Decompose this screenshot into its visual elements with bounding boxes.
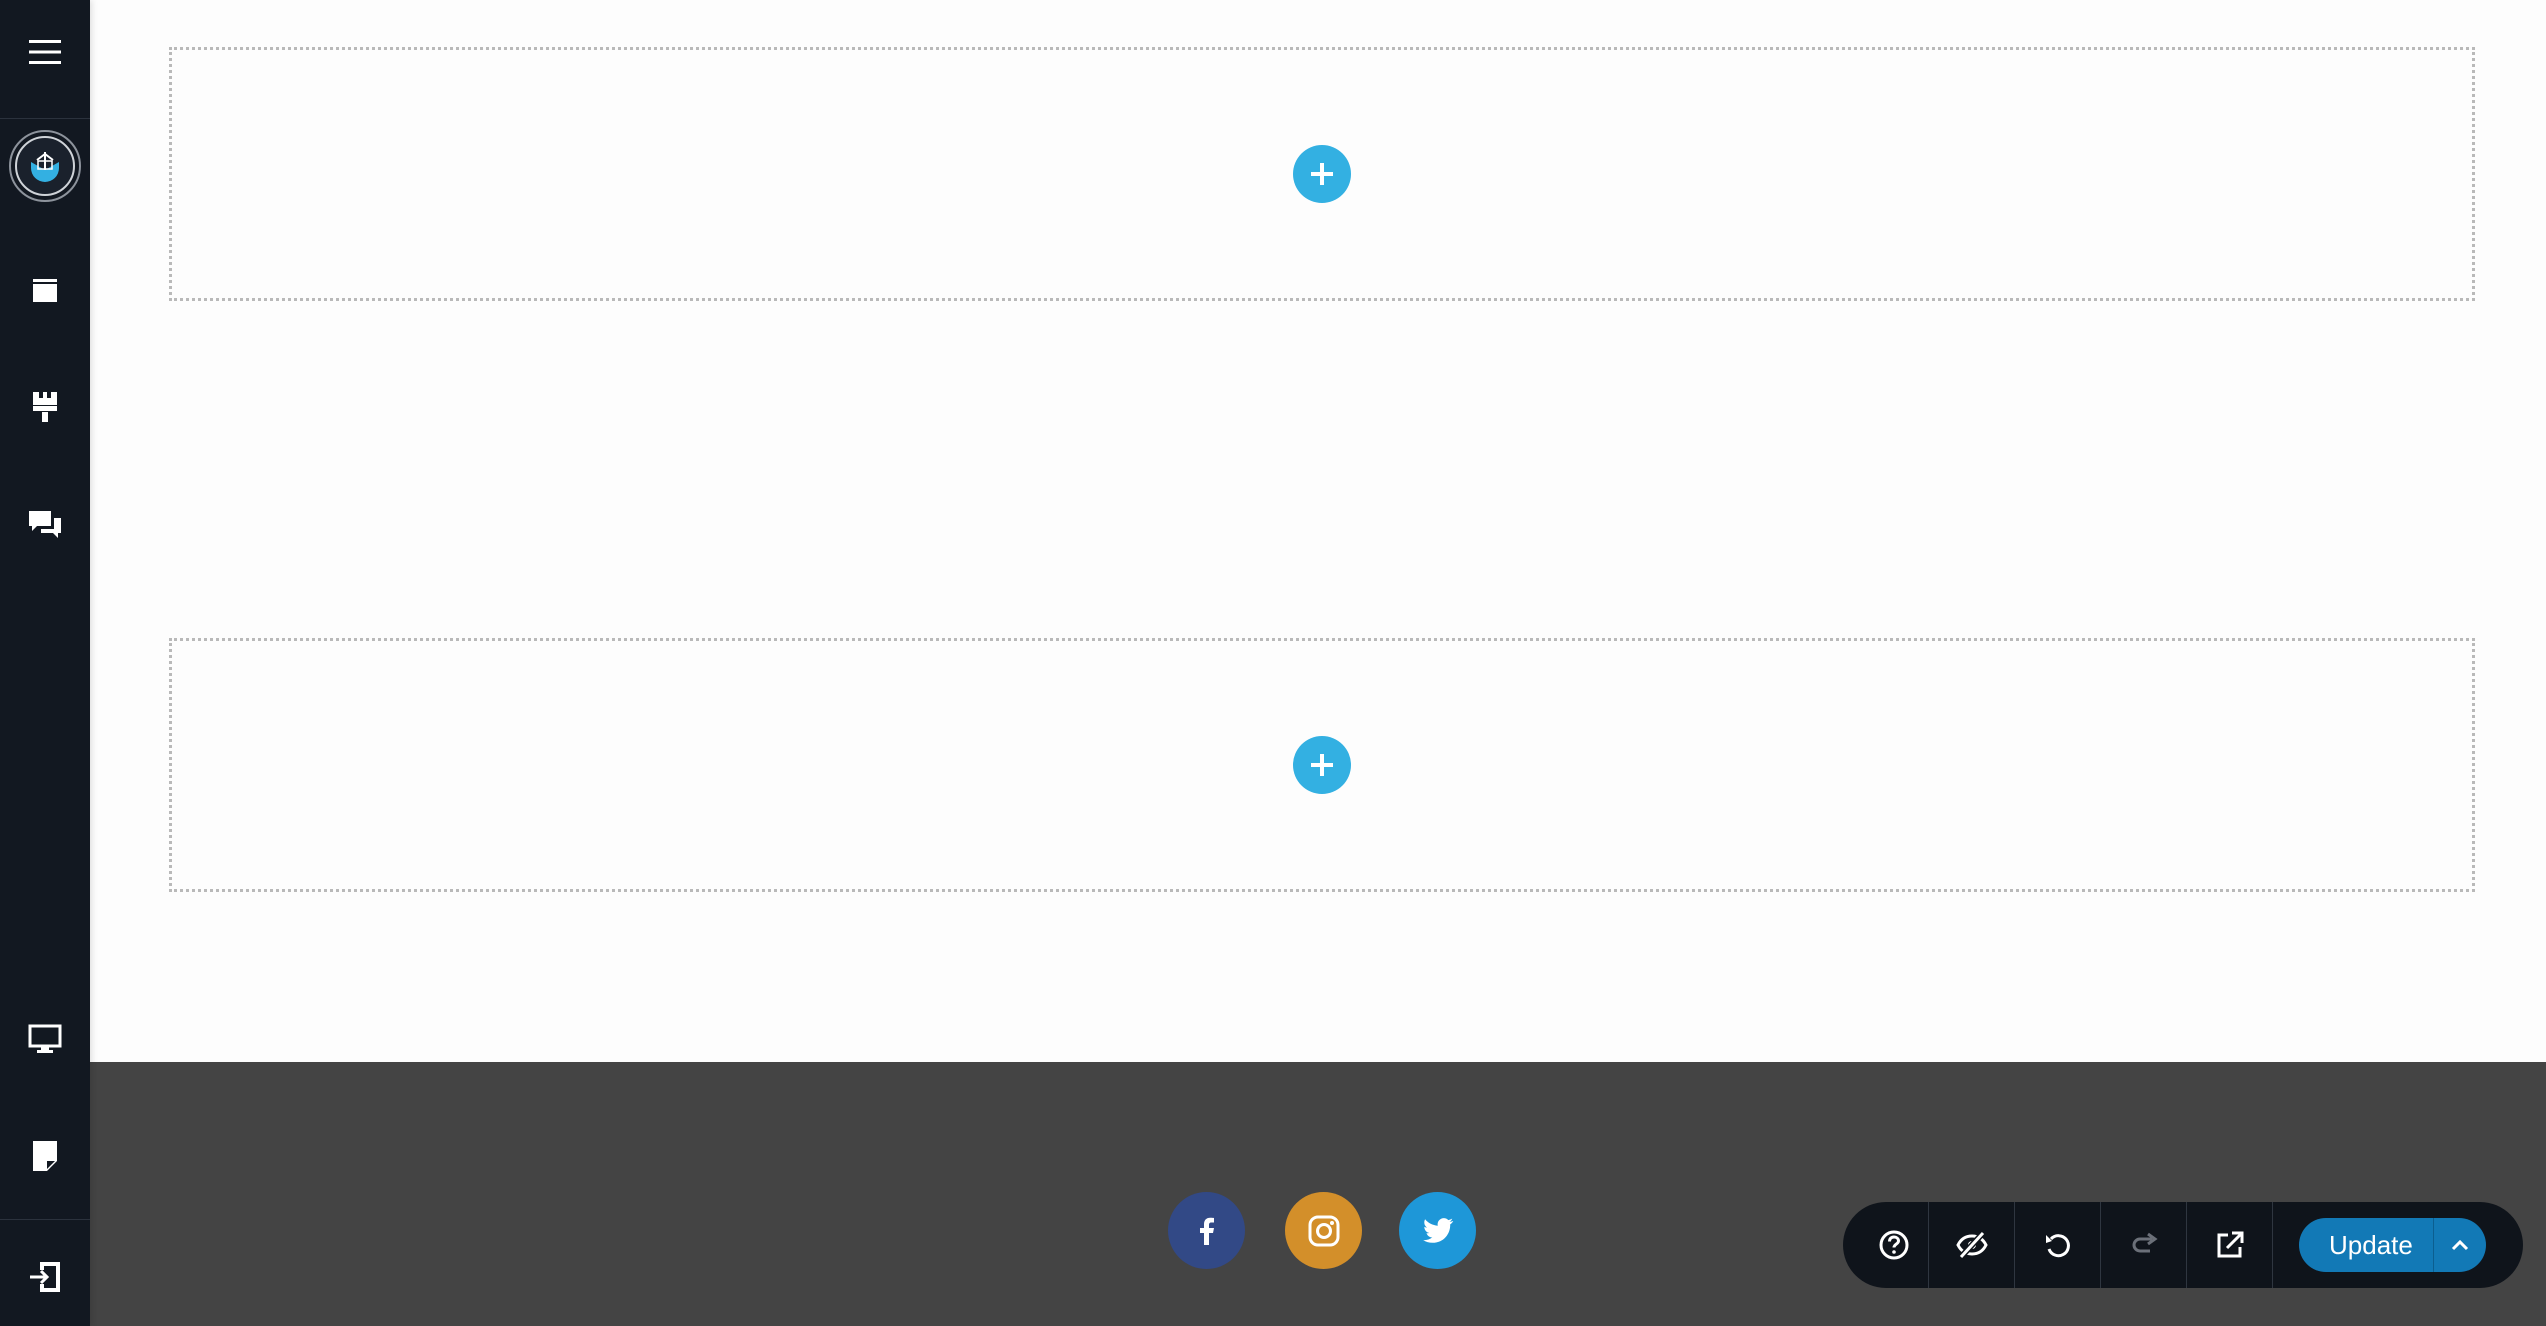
window-icon [33,279,57,302]
redo-icon [2132,1232,2158,1253]
editor-canvas [90,0,2546,1062]
hamburger-menu-icon [29,40,61,64]
exit-door-icon [30,1262,60,1292]
sidebar-comments-button[interactable] [0,480,90,570]
editor-toolbar: Update [1843,1202,2523,1288]
update-button[interactable]: Update [2299,1218,2434,1272]
add-element-button[interactable] [1293,736,1351,794]
paint-roller-icon [33,392,57,422]
instagram-link[interactable] [1285,1192,1362,1269]
chevron-up-icon [2451,1239,2468,1251]
help-button[interactable] [1859,1202,1929,1288]
sidebar-menu-button[interactable] [0,7,90,97]
sidebar-exit-button[interactable] [0,1232,90,1322]
plus-icon [1311,163,1333,185]
chat-bubbles-icon [29,511,61,538]
brand-logo-icon [31,152,59,182]
redo-button[interactable] [2101,1202,2187,1288]
twitter-link[interactable] [1399,1192,1476,1269]
twitter-icon [1422,1217,1453,1243]
eye-slash-icon [1955,1230,1988,1260]
undo-icon [2045,1234,2070,1258]
left-sidebar [0,0,90,1326]
hide-button[interactable] [1929,1202,2015,1288]
update-button-group: Update [2299,1218,2486,1272]
facebook-link[interactable] [1168,1192,1245,1269]
sidebar-design-button[interactable] [0,362,90,452]
sidebar-pages-button[interactable] [0,245,90,335]
monitor-icon [28,1024,62,1053]
sidebar-notes-button[interactable] [0,1111,90,1201]
external-link-icon [2217,1231,2243,1258]
brand-logo [9,130,81,202]
question-circle-icon [1879,1230,1908,1260]
undo-button[interactable] [2015,1202,2101,1288]
plus-icon [1311,754,1333,776]
sidebar-divider [0,118,90,119]
empty-section-drop-zone[interactable] [169,638,2475,892]
add-element-button[interactable] [1293,145,1351,203]
sidebar-divider [0,1219,90,1220]
note-icon [33,1141,57,1171]
sidebar-logo-button[interactable] [0,121,90,211]
open-external-button[interactable] [2187,1202,2273,1288]
sidebar-desktop-preview-button[interactable] [0,994,90,1084]
instagram-icon [1308,1215,1339,1246]
update-options-button[interactable] [2434,1218,2486,1272]
empty-section-drop-zone[interactable] [169,47,2475,301]
facebook-icon [1199,1217,1214,1245]
